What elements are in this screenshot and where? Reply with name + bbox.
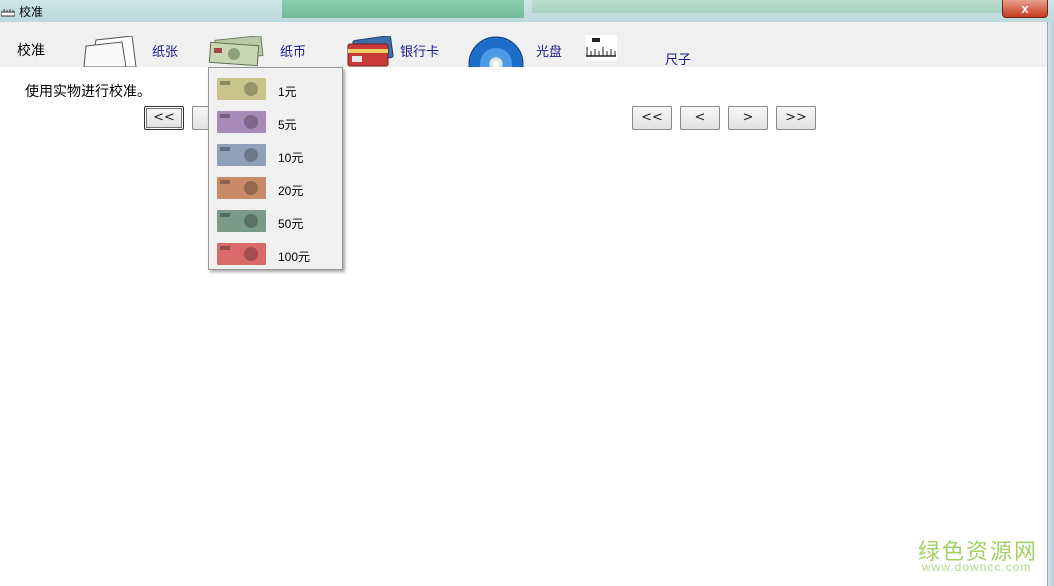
window-frame <box>1048 22 1054 586</box>
menu-item-label: 5元 <box>278 118 297 132</box>
ruler-icon[interactable] <box>585 35 617 61</box>
menu-item-label: 20元 <box>278 184 304 198</box>
menu-item-label: 1元 <box>278 85 297 99</box>
disc-icon[interactable] <box>468 36 524 67</box>
menu-item-100-yuan[interactable]: 100元 <box>209 236 342 269</box>
tool-paper-label[interactable]: 纸张 <box>152 41 178 60</box>
toolbar-title: 校准 <box>17 42 45 58</box>
nav-next-button[interactable]: > <box>728 106 768 130</box>
nav-first-button[interactable]: << <box>144 106 184 130</box>
ruler-icon <box>1 9 15 17</box>
nav-last-button[interactable]: >> <box>776 106 816 130</box>
banknote-20-icon <box>217 177 266 199</box>
menu-item-5-yuan[interactable]: 5元 <box>209 104 342 137</box>
nav-prev-button[interactable]: < <box>680 106 720 130</box>
banknote-1-icon <box>217 78 266 100</box>
menu-item-1-yuan[interactable]: 1元 <box>209 71 342 104</box>
banknote-10-icon <box>217 144 266 166</box>
banknote-icon[interactable] <box>208 36 264 67</box>
instruction-text: 使用实物进行校准。 <box>25 83 151 99</box>
banknote-dropdown-menu: 1元 5元 10元 20元 50元 100元 <box>208 67 343 270</box>
watermark-url: www.downcc.com <box>922 560 1032 574</box>
nav-first-button[interactable]: << <box>632 106 672 130</box>
bank-card-icon[interactable] <box>344 36 394 67</box>
menu-item-label: 50元 <box>278 217 304 231</box>
banknote-50-icon <box>217 210 266 232</box>
tool-bank-card-label[interactable]: 银行卡 <box>400 41 439 60</box>
tool-banknote-label[interactable]: 纸币 <box>280 41 306 60</box>
banknote-100-icon <box>217 243 266 265</box>
tool-ruler-label[interactable]: 尺子 <box>665 49 691 68</box>
menu-item-20-yuan[interactable]: 20元 <box>209 170 342 203</box>
menu-item-label: 10元 <box>278 151 304 165</box>
title-bar: 校准 x <box>0 0 1054 22</box>
banknote-5-icon <box>217 111 266 133</box>
menu-item-10-yuan[interactable]: 10元 <box>209 137 342 170</box>
close-button[interactable]: x <box>1002 0 1048 18</box>
menu-item-label: 100元 <box>278 250 311 264</box>
close-icon: x <box>1021 1 1029 16</box>
window-title: 校准 <box>19 5 44 19</box>
background-window-smear <box>282 0 524 18</box>
background-window-smear <box>532 0 1002 13</box>
paper-icon[interactable] <box>82 36 138 67</box>
menu-item-50-yuan[interactable]: 50元 <box>209 203 342 236</box>
tool-disc-label[interactable]: 光盘 <box>536 41 562 60</box>
